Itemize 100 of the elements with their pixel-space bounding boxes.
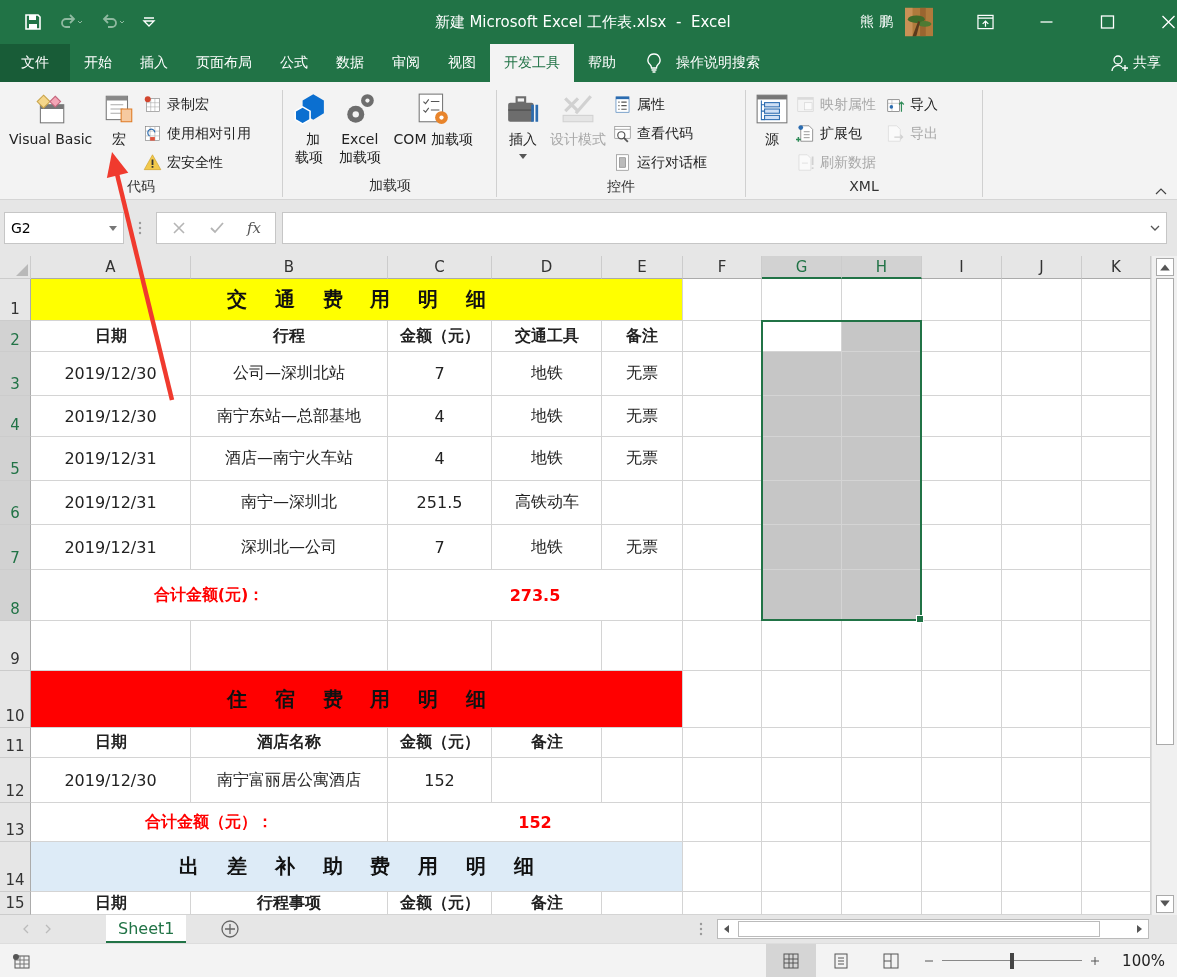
ribbon-button[interactable]: 使用相对引用 (143, 119, 252, 148)
empty-cell[interactable] (1002, 437, 1082, 481)
horizontal-scrollbar[interactable] (717, 919, 1149, 939)
maximize-icon[interactable] (1099, 14, 1116, 30)
split-handle-icon[interactable] (699, 922, 703, 936)
ribbon-button[interactable]: 宏安全性 (143, 148, 252, 177)
empty-cell[interactable] (842, 803, 922, 842)
empty-cell[interactable] (922, 803, 1002, 842)
ribbon-tab[interactable]: 帮助 (574, 44, 630, 82)
empty-cell[interactable] (1002, 279, 1082, 321)
row-header[interactable]: 4 (0, 396, 31, 437)
insert-function-button[interactable]: fx (247, 219, 261, 237)
zoom-in-icon[interactable] (1090, 955, 1101, 966)
row-header[interactable]: 11 (0, 728, 31, 758)
user-name[interactable]: 熊 鹏 (860, 13, 893, 31)
customize-caret-icon[interactable] (142, 16, 156, 28)
ribbon-button[interactable]: 插入 (503, 90, 543, 178)
ribbon-tab[interactable]: 公式 (266, 44, 322, 82)
ribbon-button[interactable]: 运行对话框 (613, 148, 707, 177)
row-header[interactable]: 3 (0, 352, 31, 396)
macro-record-icon[interactable] (12, 952, 30, 969)
zoom-slider-thumb[interactable] (1010, 952, 1015, 969)
empty-cell[interactable] (842, 671, 922, 728)
ribbon-button[interactable]: 源 (752, 90, 792, 178)
collapse-ribbon-icon[interactable] (1155, 187, 1167, 195)
ribbon-button[interactable]: Excel 加载项 (333, 90, 387, 177)
empty-cell[interactable] (683, 728, 762, 758)
empty-cell[interactable] (922, 842, 1002, 892)
ribbon-tab[interactable]: 开发工具 (490, 44, 574, 82)
name-box[interactable]: G2 (4, 212, 124, 244)
check-icon[interactable] (209, 220, 225, 236)
empty-cell[interactable] (1002, 525, 1082, 570)
scrollbar-thumb[interactable] (738, 921, 1100, 937)
scroll-down-icon[interactable] (1155, 895, 1174, 913)
column-header[interactable]: E (602, 256, 683, 279)
ribbon-tab[interactable]: 视图 (434, 44, 490, 82)
ribbon-tab[interactable]: 审阅 (378, 44, 434, 82)
empty-cell[interactable] (602, 758, 683, 803)
column-header[interactable]: G (762, 256, 842, 279)
empty-cell[interactable] (762, 842, 842, 892)
next-sheet-icon[interactable] (44, 924, 52, 934)
column-header[interactable]: K (1082, 256, 1151, 279)
ribbon-tab[interactable]: 开始 (70, 44, 126, 82)
ribbon-button[interactable]: 导入 (886, 90, 938, 119)
row-header[interactable]: 5 (0, 437, 31, 481)
row-header[interactable]: 7 (0, 525, 31, 570)
column-header[interactable]: H (842, 256, 922, 279)
empty-cell[interactable] (683, 758, 762, 803)
ribbon-tab[interactable]: 数据 (322, 44, 378, 82)
empty-cell[interactable] (1002, 728, 1082, 758)
empty-cell[interactable] (842, 842, 922, 892)
empty-cell[interactable] (1002, 396, 1082, 437)
row-header[interactable]: 2 (0, 321, 31, 352)
empty-cell[interactable] (762, 758, 842, 803)
ribbon-button[interactable]: 录制宏 (143, 90, 252, 119)
row-header[interactable]: 14 (0, 842, 31, 892)
ribbon-button[interactable]: 扩展包 (796, 119, 876, 148)
save-icon[interactable] (24, 13, 42, 31)
ribbon-display-icon[interactable] (977, 14, 995, 30)
cancel-icon[interactable] (171, 220, 187, 236)
row-header[interactable]: 13 (0, 803, 31, 842)
empty-cell[interactable] (492, 758, 602, 803)
previous-sheet-icon[interactable] (22, 924, 30, 934)
column-header[interactable]: B (191, 256, 388, 279)
expand-caret-icon[interactable] (1150, 225, 1160, 231)
empty-cell[interactable] (762, 803, 842, 842)
ribbon-button[interactable]: 加载项 (289, 90, 329, 177)
ribbon-button[interactable]: 查看代码 (613, 119, 707, 148)
empty-cell[interactable] (762, 671, 842, 728)
formula-input[interactable] (282, 212, 1167, 244)
column-header[interactable]: D (492, 256, 602, 279)
row-header[interactable]: 12 (0, 758, 31, 803)
column-header[interactable]: J (1002, 256, 1082, 279)
select-all-icon[interactable] (16, 264, 28, 276)
add-sheet-icon[interactable] (220, 919, 241, 939)
row-header[interactable]: 9 (0, 621, 31, 671)
empty-cell[interactable] (922, 621, 1002, 671)
share-button[interactable]: 共享 (1111, 44, 1177, 82)
empty-cell[interactable] (1002, 570, 1082, 621)
empty-cell[interactable] (922, 279, 1002, 321)
undo-icon[interactable] (100, 13, 126, 31)
view-button[interactable] (766, 943, 817, 977)
row-header[interactable]: 15 (0, 892, 31, 915)
empty-cell[interactable] (602, 481, 683, 525)
fill-handle[interactable] (916, 615, 924, 623)
row-header[interactable]: 6 (0, 481, 31, 525)
zoom-level[interactable]: 100% (1122, 951, 1165, 970)
ribbon-tab[interactable]: 页面布局 (182, 44, 266, 82)
empty-cell[interactable] (1002, 758, 1082, 803)
empty-cell[interactable] (922, 758, 1002, 803)
row-header[interactable]: 8 (0, 570, 31, 621)
empty-cell[interactable] (1002, 481, 1082, 525)
empty-cell[interactable] (1002, 803, 1082, 842)
sheet-tab[interactable]: Sheet1 (106, 915, 187, 943)
empty-cell[interactable] (762, 728, 842, 758)
empty-cell[interactable] (762, 621, 842, 671)
ribbon-button[interactable]: COM 加载项 (390, 90, 476, 177)
ribbon-button[interactable]: Visual Basic (6, 90, 96, 178)
empty-cell[interactable] (1002, 621, 1082, 671)
column-header[interactable]: C (388, 256, 492, 279)
